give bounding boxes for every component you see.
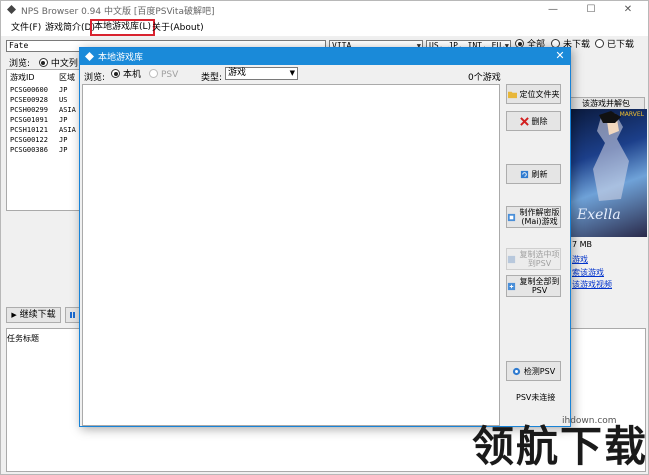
app-icon: [85, 52, 94, 61]
copy-icon: [507, 255, 516, 263]
play-icon: ▶: [11, 311, 17, 319]
continue-download-button[interactable]: ▶ 继续下载: [6, 307, 61, 323]
filter-downloaded-radio[interactable]: 已下载: [595, 39, 634, 51]
detect-icon: [512, 367, 520, 375]
copy-all-label: 复制全部到PSV: [519, 277, 560, 295]
browse-chinese-label: 中文列: [50, 59, 78, 69]
cell-id: PCSG00600: [10, 86, 48, 94]
column-header-region[interactable]: 区域: [59, 72, 75, 83]
table-row[interactable]: PCSE00928 US: [10, 96, 67, 104]
game-count: 0个游戏: [468, 73, 501, 83]
table-row[interactable]: PCSG01091 JP: [10, 116, 67, 124]
browse-label: 浏览:: [9, 59, 31, 69]
radio-checked-icon: [38, 58, 48, 67]
menu-local-library[interactable]: 本地游戏库(L): [90, 19, 156, 36]
table-row[interactable]: PCSG00122 JP: [10, 136, 67, 144]
cell-id: PCSG01091: [10, 116, 48, 124]
local-game-list[interactable]: [82, 84, 500, 426]
type-select[interactable]: 游戏 ▼: [225, 67, 298, 80]
cover-figure: [593, 111, 629, 201]
copy-all-button[interactable]: 复制全部到PSV: [506, 275, 561, 297]
dialog-browse-label: 浏览:: [84, 73, 106, 83]
cell-region: ASIA: [59, 126, 76, 134]
cell-region: JP: [59, 136, 68, 144]
refresh-button[interactable]: 刷新: [506, 164, 561, 184]
cell-region: JP: [59, 146, 68, 154]
game-list[interactable]: 游戏ID 区域 PCSG00600 JP PCSE00928 US PCSH0029…: [6, 69, 81, 211]
copy-selected-label: 复制选中项到PSV: [519, 250, 560, 268]
menu-file[interactable]: 文件(F): [11, 21, 41, 35]
link-search-game[interactable]: 索该游戏: [572, 267, 604, 278]
cell-region: JP: [59, 116, 68, 124]
cell-id: PCSH00299: [10, 106, 48, 114]
delete-label: 删除: [531, 116, 548, 126]
menu-about[interactable]: 关于(About): [152, 21, 204, 35]
table-row[interactable]: PCSG00600 JP: [10, 86, 67, 94]
delete-button[interactable]: 删除: [506, 111, 561, 131]
copy-selected-button[interactable]: 复制选中项到PSV: [506, 248, 561, 270]
browse-local-radio[interactable]: 本机: [111, 69, 141, 81]
dialog-title: 本地游戏库: [98, 53, 144, 63]
cell-id: PCSG00386: [10, 146, 48, 154]
psv-status-text: PSV未连接: [516, 393, 556, 402]
browse-psv-radio[interactable]: PSV: [149, 69, 178, 81]
type-label: 类型:: [201, 73, 223, 83]
pause-icon: [70, 312, 75, 318]
continue-download-label: 继续下载: [19, 310, 56, 320]
refresh-label: 刷新: [531, 169, 548, 179]
cell-id: PCSH10121: [10, 126, 48, 134]
browse-row: 浏览: 中文列: [9, 56, 78, 70]
radio-unchecked-icon: [149, 69, 158, 78]
dialog-close-button[interactable]: ✕: [553, 49, 567, 63]
cell-id: PCSG00122: [10, 136, 48, 144]
maximize-button[interactable]: ☐: [576, 3, 606, 17]
task-title-header: 任务标题: [7, 334, 39, 343]
package-icon: [507, 213, 516, 221]
cover-logo-text: Exella: [577, 207, 621, 223]
browse-psv-label: PSV: [161, 70, 179, 80]
minimize-button[interactable]: —: [538, 3, 568, 17]
type-select-value: 游戏: [228, 68, 247, 78]
folder-icon: [507, 91, 517, 98]
table-row[interactable]: PCSH10121 ASIA: [10, 126, 76, 134]
browse-chinese-radio[interactable]: 中文列: [38, 58, 78, 69]
game-cover-image: MARVEL Exella: [571, 109, 647, 237]
refresh-icon: [520, 170, 528, 178]
make-mai-label: 制作解密版(Mai)游戏: [519, 208, 560, 226]
cell-region: ASIA: [59, 106, 76, 114]
app-icon: [7, 5, 16, 14]
radio-unchecked-icon: [595, 39, 604, 48]
browse-local-label: 本机: [123, 70, 142, 80]
menu-game-intro[interactable]: 游戏简介(D): [45, 21, 95, 35]
link-game[interactable]: 游戏: [572, 254, 588, 265]
game-size-label: 7 MB: [572, 240, 593, 249]
detect-psv-label: 检测PSV: [523, 366, 556, 376]
cell-id: PCSE00928: [10, 96, 48, 104]
column-header-id[interactable]: 游戏ID: [10, 72, 35, 83]
cell-region: JP: [59, 86, 68, 94]
menu-bar: 文件(F) 游戏简介(D) 本地游戏库(L) 关于(About): [1, 19, 648, 36]
title-bar: NPS Browser 0.94 中文版 [百度PSVita破解吧] — ☐ ✕: [1, 1, 648, 19]
filter-downloaded-label: 已下载: [607, 40, 635, 50]
link-game-video[interactable]: 该游戏视频: [572, 279, 612, 290]
watermark-text: 领航下载: [472, 422, 649, 471]
radio-checked-icon: [111, 69, 120, 78]
local-library-dialog: 本地游戏库 ✕ 浏览: 本机 PSV 类型: 游戏 ▼ 0个游戏 定位文件夹 删…: [79, 47, 571, 427]
close-button[interactable]: ✕: [613, 3, 643, 17]
window-title: NPS Browser 0.94 中文版 [百度PSVita破解吧]: [21, 7, 215, 17]
table-row[interactable]: PCSH00299 ASIA: [10, 106, 76, 114]
table-row[interactable]: PCSG00386 JP: [10, 146, 67, 154]
pause-button[interactable]: [65, 307, 80, 323]
detect-psv-button[interactable]: 检测PSV: [506, 361, 561, 381]
copy-icon: [507, 282, 516, 290]
dialog-title-bar: 本地游戏库 ✕: [80, 48, 570, 65]
locate-folder-label: 定位文件夹: [519, 89, 560, 99]
chevron-down-icon: ▼: [289, 69, 295, 77]
make-mai-button[interactable]: 制作解密版(Mai)游戏: [506, 206, 561, 228]
delete-icon: [519, 116, 529, 126]
cell-region: US: [59, 96, 68, 104]
locate-folder-button[interactable]: 定位文件夹: [506, 84, 561, 104]
